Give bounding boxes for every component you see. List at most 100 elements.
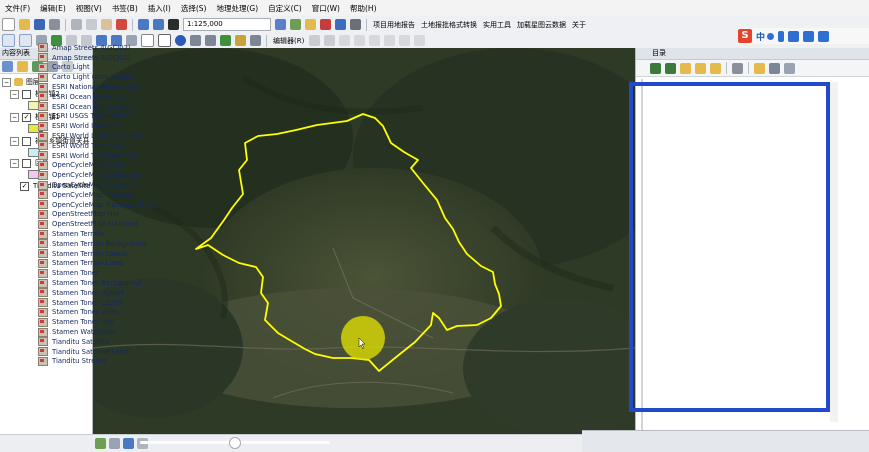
collapse-icon[interactable]: − xyxy=(10,112,19,122)
arctoolbox-icon[interactable] xyxy=(335,19,346,30)
menu-selection[interactable]: 选择(S) xyxy=(176,3,212,14)
new-folder-icon[interactable] xyxy=(754,62,765,74)
reshape-icon[interactable] xyxy=(339,35,351,46)
split-icon[interactable] xyxy=(354,35,366,46)
views-icon[interactable] xyxy=(732,62,743,74)
catalog-basemap-item[interactable]: OpenCycleMap Transport xyxy=(38,190,218,200)
search-window-icon[interactable] xyxy=(320,19,331,30)
ime-language[interactable]: 中 xyxy=(756,30,765,43)
up-one-level-icon[interactable] xyxy=(680,62,691,74)
catalog-basemap-item[interactable]: Stamen Terrain Lines xyxy=(38,258,218,269)
forward-icon[interactable] xyxy=(665,62,676,74)
zoom-in-icon[interactable] xyxy=(2,34,15,47)
catalog-basemap-item[interactable]: Amap Streets 4(GCJ02) xyxy=(38,43,218,53)
toolbox-icon[interactable] xyxy=(818,30,830,42)
home-folder-icon[interactable] xyxy=(695,62,706,74)
print-icon[interactable] xyxy=(49,19,60,30)
catalog-basemap-item[interactable]: Stamen Toner Labels xyxy=(38,298,218,308)
floating-window-tab[interactable] xyxy=(582,430,869,452)
plugin-format-convert[interactable]: 土地报批格式转换 xyxy=(421,20,477,30)
catalog-basemap-item[interactable]: Stamen Toner xyxy=(38,268,218,278)
undo-icon[interactable] xyxy=(138,19,149,30)
catalog-basemap-item[interactable]: Stamen Toner Background xyxy=(38,278,218,288)
edit-tool-icon[interactable] xyxy=(309,35,321,46)
catalog-basemap-item[interactable]: Stamen Toner Lite xyxy=(38,317,218,327)
map-scale-combo[interactable]: 1:125,000 xyxy=(183,18,271,31)
plugin-project-report[interactable]: 项目用地报告 xyxy=(373,20,415,30)
connect-folder-icon[interactable] xyxy=(710,62,721,74)
menu-customize[interactable]: 自定义(C) xyxy=(263,3,307,14)
catalog-basemap-item[interactable]: Stamen Terrain Labels xyxy=(38,249,218,259)
open-folder-icon[interactable] xyxy=(19,19,30,30)
toc-root[interactable]: − 图层 xyxy=(2,77,40,87)
toc-icon[interactable] xyxy=(290,19,301,30)
viewer-window-icon[interactable] xyxy=(250,35,261,46)
layer-checkbox[interactable]: ✓ xyxy=(20,181,29,191)
catalog-basemap-item[interactable]: ESRI World Imagery xyxy=(38,121,218,131)
catalog-basemap-item[interactable]: OpenCycleMap Transport Dark xyxy=(38,200,218,210)
editor-toolbar-icon[interactable] xyxy=(275,19,286,30)
cut-icon[interactable] xyxy=(71,19,82,30)
catalog-basemap-item[interactable]: Stamen Watercolor xyxy=(38,327,218,337)
menu-view[interactable]: 视图(V) xyxy=(71,3,107,14)
create-features-icon[interactable] xyxy=(414,35,426,46)
save-icon[interactable] xyxy=(34,19,45,30)
catalog-icon[interactable] xyxy=(305,19,316,30)
catalog-basemap-item[interactable]: OpenCycleMap Landscape xyxy=(38,170,218,180)
catalog-basemap-item[interactable]: OpenCycleMap Outdoors xyxy=(38,180,218,190)
list-by-source-icon[interactable] xyxy=(17,61,28,72)
plugin-load-data[interactable]: 加载星图云数据 xyxy=(517,20,566,30)
catalog-basemap-item[interactable]: OpenCycleMap Cycle xyxy=(38,160,218,171)
add-data-icon[interactable] xyxy=(168,19,179,30)
microphone-icon[interactable] xyxy=(778,30,785,42)
paste-icon[interactable] xyxy=(101,19,112,30)
catalog-basemap-item[interactable]: Stamen Toner Hybrid xyxy=(38,288,218,298)
plugin-about[interactable]: 关于 xyxy=(572,20,586,30)
menu-edit[interactable]: 编辑(E) xyxy=(35,3,71,14)
catalog-basemap-item[interactable]: Amap Streets 5(GCJ02) xyxy=(38,53,218,63)
plugin-utilities[interactable]: 实用工具 xyxy=(483,20,511,30)
refresh-view-icon[interactable] xyxy=(123,438,134,449)
menu-windows[interactable]: 窗口(W) xyxy=(307,3,345,14)
catalog-basemap-item[interactable]: ESRI Ocean Bathymetric xyxy=(38,102,218,112)
menu-bookmarks[interactable]: 书签(B) xyxy=(107,3,143,14)
data-view-icon[interactable] xyxy=(95,438,106,449)
layer-checkbox[interactable] xyxy=(22,136,31,146)
time-slider-icon[interactable] xyxy=(235,35,246,46)
menu-file[interactable]: 文件(F) xyxy=(0,3,35,14)
list-by-drawing-order-icon[interactable] xyxy=(2,61,13,72)
catalog-basemap-item[interactable]: OpenStreetMap Standard xyxy=(38,219,218,229)
sogou-logo-icon[interactable]: S xyxy=(738,29,752,43)
catalog-basemap-item[interactable]: Stamen Terrain xyxy=(38,229,218,239)
catalog-basemap-item[interactable]: ESRI World Light Gray Base xyxy=(38,131,218,141)
punctuation-icon[interactable] xyxy=(767,32,775,40)
catalog-basemap-item[interactable]: ESRI USGS Topographic xyxy=(38,111,218,122)
collapse-icon[interactable]: − xyxy=(10,89,19,99)
catalog-basemap-item[interactable]: ESRI World Transporation xyxy=(38,151,218,161)
menu-insert[interactable]: 插入(I) xyxy=(143,3,176,14)
redo-icon[interactable] xyxy=(153,19,164,30)
catalog-basemap-item[interactable]: Tianditu Streets xyxy=(38,356,218,367)
catalog-basemap-item[interactable]: Tianditu Satellite xyxy=(38,337,218,347)
zoom-out-icon[interactable] xyxy=(19,34,32,47)
hyperlink-icon[interactable] xyxy=(220,35,231,46)
copy-icon[interactable] xyxy=(86,19,97,30)
skin-icon[interactable] xyxy=(803,30,815,42)
layout-view-icon[interactable] xyxy=(109,438,120,449)
catalog-basemap-item[interactable]: Carto Light xyxy=(38,62,218,73)
catalog-basemap-item[interactable]: Stamen Toner Lines xyxy=(38,307,218,318)
sync-icon[interactable] xyxy=(769,62,780,74)
collapse-icon[interactable]: − xyxy=(10,158,19,168)
catalog-basemap-item[interactable]: ESRI National Geographic xyxy=(38,82,218,92)
layer-checkbox[interactable] xyxy=(22,158,31,168)
catalog-basemap-item[interactable]: ESRI World Topo Map xyxy=(38,141,218,151)
catalog-basemap-item[interactable]: Carto Light (only labels) xyxy=(38,72,218,82)
layer-checkbox[interactable]: ✓ xyxy=(22,112,31,122)
catalog-basemap-item[interactable]: OpenStreetMap Hot xyxy=(38,209,218,220)
sketch-tool-icon[interactable] xyxy=(324,35,336,46)
python-icon[interactable] xyxy=(350,19,361,30)
catalog-basemap-item[interactable]: Stamen Terrain Background xyxy=(38,239,218,249)
catalog-options-icon[interactable] xyxy=(784,62,795,74)
rotate-icon[interactable] xyxy=(369,35,381,46)
editor-menu[interactable]: 编辑器(R) xyxy=(273,36,304,46)
